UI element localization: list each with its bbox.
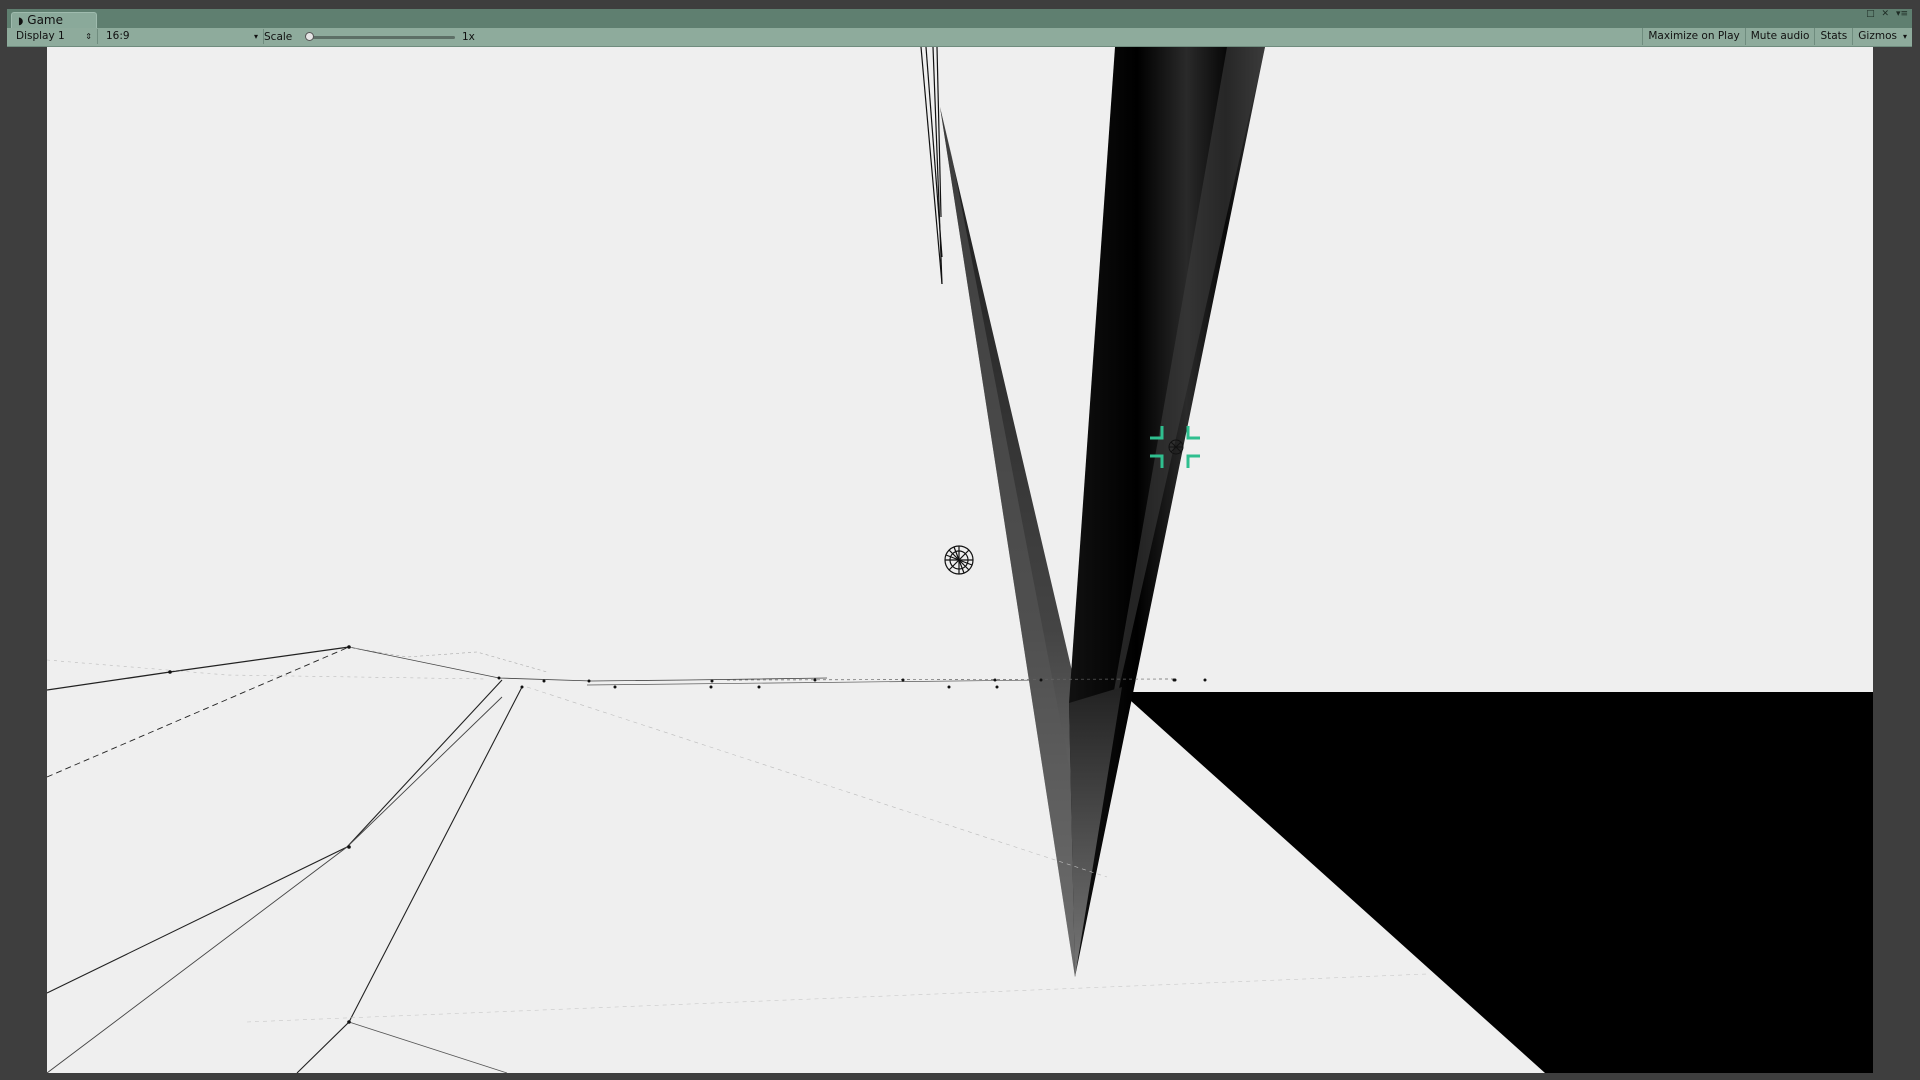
dropdown-arrow-icon: ▾	[1902, 32, 1907, 41]
window-controls: □ ✕ ▾≡	[1862, 9, 1908, 19]
maximize-on-play-toggle[interactable]: Maximize on Play	[1642, 28, 1744, 45]
unity-editor-window: ◗ Game □ ✕ ▾≡ Display 1 ⇕ 16:9 ▾ Scale 1x…	[0, 0, 1920, 1080]
scale-value: 1x	[462, 31, 475, 43]
window-menu-icon[interactable]: ▾≡	[1896, 9, 1908, 19]
mute-audio-toggle[interactable]: Mute audio	[1744, 28, 1815, 45]
stats-toggle[interactable]: Stats	[1814, 28, 1852, 45]
tab-strip: ◗ Game □ ✕ ▾≡	[7, 9, 1912, 28]
spike-main	[1069, 47, 1265, 977]
scale-slider[interactable]	[305, 32, 455, 41]
aspect-dropdown[interactable]: 16:9 ▾	[100, 29, 264, 44]
display-dropdown[interactable]: Display 1 ⇕	[10, 29, 98, 44]
maximize-window-icon[interactable]: □	[1866, 9, 1875, 19]
game-view-toolbar: Display 1 ⇕ 16:9 ▾ Scale 1x Maximize on …	[7, 28, 1912, 47]
tab-game[interactable]: ◗ Game	[11, 12, 97, 28]
window-bottom-border	[7, 1073, 1912, 1080]
dropdown-arrow-icon: ▾	[253, 32, 258, 41]
light-gizmo-icon	[944, 545, 974, 575]
game-tab-icon: ◗	[18, 16, 24, 27]
tab-game-label: Game	[27, 13, 64, 27]
display-dropdown-label: Display 1	[16, 30, 65, 42]
close-window-icon[interactable]: ✕	[1882, 9, 1890, 19]
scale-slider-handle[interactable]	[305, 32, 314, 41]
updown-arrow-icon: ⇕	[85, 32, 92, 41]
thin-needle-shards	[920, 47, 943, 285]
spike-tip	[1069, 687, 1122, 977]
aspect-dropdown-label: 16:9	[106, 30, 130, 42]
game-viewport[interactable]	[47, 47, 1873, 1073]
spike-left-blade-edge	[940, 107, 1077, 977]
scale-label: Scale	[264, 31, 293, 43]
scene-render	[47, 47, 1873, 1073]
black-wedge	[1121, 692, 1873, 1073]
gizmos-dropdown[interactable]: Gizmos ▾	[1852, 28, 1912, 45]
toolbar-right-buttons: Maximize on Play Mute audio Stats Gizmos…	[1642, 28, 1912, 46]
gizmos-label: Gizmos	[1858, 30, 1897, 42]
